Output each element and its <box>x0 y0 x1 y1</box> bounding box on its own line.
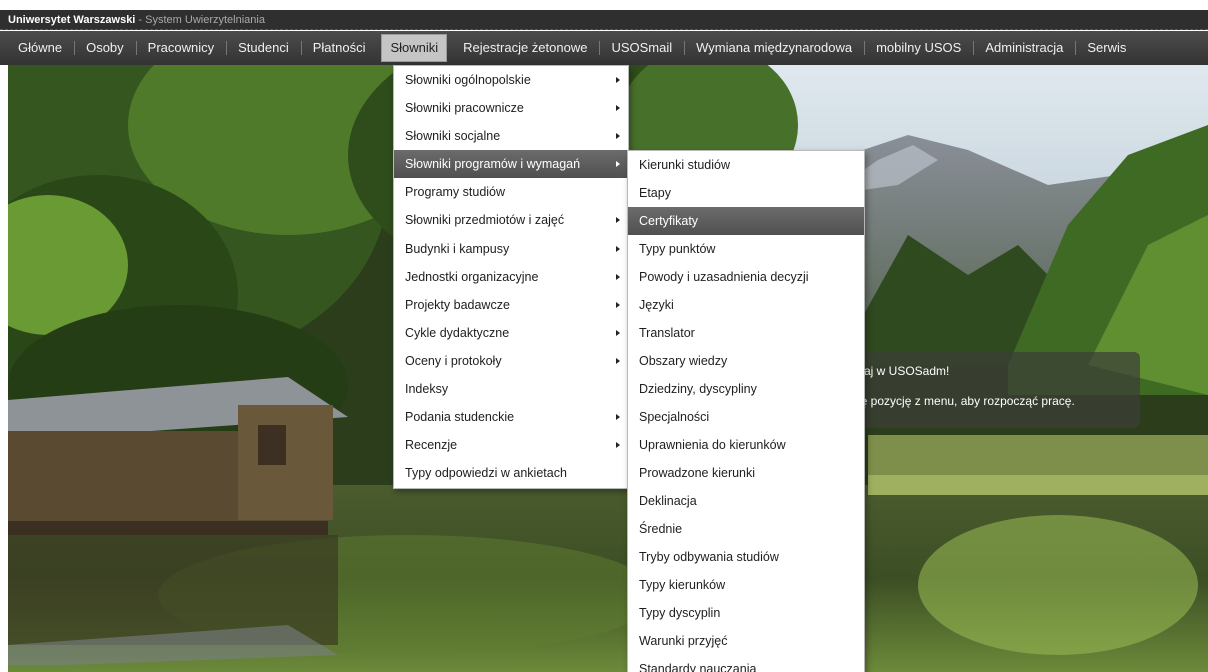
nav-studenci[interactable]: Studenci <box>226 31 301 65</box>
submenu-item-typy-punktow[interactable]: Typy punktów <box>628 235 864 263</box>
menu-item-slowniki-ogolnopolskie[interactable]: Słowniki ogólnopolskie <box>394 66 628 94</box>
welcome-title: itaj w USOSadm! <box>858 364 950 378</box>
menu-item-cykle-dydaktyczne[interactable]: Cykle dydaktyczne <box>394 319 628 347</box>
caret-right-icon <box>616 77 620 83</box>
submenu-item-typy-kierunkow[interactable]: Typy kierunków <box>628 571 864 599</box>
submenu-item-warunki-przyjec[interactable]: Warunki przyjęć <box>628 627 864 655</box>
menu-item-programy-studiow[interactable]: Programy studiów <box>394 178 628 206</box>
main-nav: Główne Osoby Pracownicy Studenci Płatności Sł… <box>0 31 1208 65</box>
menu-item-label: Podania studenckie <box>405 410 515 425</box>
system-name: System Uwierzytelniania <box>145 14 265 26</box>
nav-usosmail[interactable]: USOSmail <box>599 31 684 65</box>
caret-right-icon <box>616 301 620 308</box>
caret-right-icon <box>616 161 620 168</box>
nav-mobilny-usos[interactable]: mobilny USOS <box>864 31 973 65</box>
menu-item-oceny-i-protokoly[interactable]: Oceny i protokoły <box>394 347 628 375</box>
nav-rejestracje-zetonowe[interactable]: Rejestracje żetonowe <box>451 31 599 65</box>
menu-item-label: Projekty badawcze <box>405 297 510 312</box>
menu-item-slowniki-pracownicze[interactable]: Słowniki pracownicze <box>394 94 628 122</box>
nav-serwis[interactable]: Serwis <box>1075 31 1138 65</box>
menu-item-slowniki-socjalne[interactable]: Słowniki socjalne <box>394 122 628 150</box>
nav-slowniki[interactable]: Słowniki <box>381 34 448 62</box>
menu-item-label: Recenzje <box>405 438 458 453</box>
submenu-item-kierunki-studiow[interactable]: Kierunki studiów <box>628 151 864 179</box>
submenu-item-powody-i-uzasadnienia-decyzji[interactable]: Powody i uzasadnienia decyzji <box>628 263 864 291</box>
page: Uniwersytet Warszawski - System Uwierzyt… <box>0 0 1208 672</box>
menu-item-podania-studenckie[interactable]: Podania studenckie <box>394 403 628 431</box>
menu-item-projekty-badawcze[interactable]: Projekty badawcze <box>394 291 628 319</box>
caret-right-icon <box>616 273 620 280</box>
menu-item-label: Słowniki pracownicze <box>405 101 524 116</box>
submenu-item-obszary-wiedzy[interactable]: Obszary wiedzy <box>628 347 864 375</box>
slowniki-dropdown-menu: Słowniki ogólnopolskie Słowniki pracownic… <box>393 65 629 489</box>
menu-item-label: Jednostki organizacyjne <box>405 269 539 284</box>
caret-right-icon <box>616 245 620 252</box>
caret-right-icon <box>616 105 620 112</box>
caret-right-icon <box>616 414 620 421</box>
nav-administracja[interactable]: Administracja <box>973 31 1075 65</box>
welcome-text: ię pozycję z menu, aby rozpocząć pracę. <box>858 394 1075 408</box>
menu-item-recenzje[interactable]: Recenzje <box>394 431 628 459</box>
nav-pracownicy[interactable]: Pracownicy <box>135 31 226 65</box>
submenu-item-dziedziny-dyscypliny[interactable]: Dziedziny, dyscypliny <box>628 375 864 403</box>
menu-item-slowniki-przedmiotow-i-zajec[interactable]: Słowniki przedmiotów i zajęć <box>394 206 628 234</box>
menu-item-indeksy[interactable]: Indeksy <box>394 375 628 403</box>
submenu-item-srednie[interactable]: Średnie <box>628 515 864 543</box>
menu-item-label: Słowniki socjalne <box>405 129 501 144</box>
menu-item-slowniki-programow-i-wymagan[interactable]: Słowniki programów i wymagań <box>394 150 628 179</box>
menu-item-label: Słowniki przedmiotów i zajęć <box>405 213 565 228</box>
nav-osoby[interactable]: Osoby <box>74 31 136 65</box>
nav-glowne[interactable]: Główne <box>6 31 74 65</box>
caret-right-icon <box>616 357 620 364</box>
menu-item-label: Słowniki ogólnopolskie <box>405 73 531 87</box>
menu-item-typy-odpowiedzi-w-ankietach[interactable]: Typy odpowiedzi w ankietach <box>394 459 628 487</box>
nav-platnosci[interactable]: Płatności <box>300 31 378 65</box>
menu-item-label: Programy studiów <box>405 185 506 200</box>
submenu-item-deklinacja[interactable]: Deklinacja <box>628 487 864 515</box>
submenu-item-standardy-nauczania[interactable]: Standardy nauczania <box>628 655 864 672</box>
university-name: Uniwersytet Warszawski <box>8 14 136 26</box>
caret-right-icon <box>616 442 620 449</box>
slowniki-programow-submenu: Kierunki studiów Etapy Certyfikaty Typy pun… <box>627 150 865 672</box>
submenu-item-specjalnosci[interactable]: Specjalności <box>628 403 864 431</box>
submenu-item-translator[interactable]: Translator <box>628 319 864 347</box>
submenu-item-uprawnienia-do-kierunkow[interactable]: Uprawnienia do kierunków <box>628 431 864 459</box>
menu-item-label: Cykle dydaktyczne <box>405 325 510 340</box>
caret-right-icon <box>616 329 620 336</box>
menu-item-label: Oceny i protokoły <box>405 353 502 368</box>
submenu-item-jezyki[interactable]: Języki <box>628 291 864 319</box>
menu-item-label: Słowniki programów i wymagań <box>405 157 581 172</box>
caret-right-icon <box>616 217 620 224</box>
title-separator: - <box>135 14 146 26</box>
title-bar: Uniwersytet Warszawski - System Uwierzyt… <box>0 10 1208 30</box>
submenu-item-tryby-odbywania-studiow[interactable]: Tryby odbywania studiów <box>628 543 864 571</box>
nav-wymiana-miedzynarodowa[interactable]: Wymiana międzynarodowa <box>684 31 864 65</box>
menu-item-jednostki-organizacyjne[interactable]: Jednostki organizacyjne <box>394 263 628 291</box>
submenu-item-certyfikaty[interactable]: Certyfikaty <box>628 207 864 235</box>
menu-item-budynki-i-kampusy[interactable]: Budynki i kampusy <box>394 235 628 263</box>
submenu-item-typy-dyscyplin[interactable]: Typy dyscyplin <box>628 599 864 627</box>
welcome-box: itaj w USOSadm! ię pozycję z menu, aby r… <box>840 352 1140 428</box>
caret-right-icon <box>616 133 620 140</box>
menu-item-label: Typy odpowiedzi w ankietach <box>405 466 567 481</box>
menu-item-label: Budynki i kampusy <box>405 241 510 256</box>
submenu-item-prowadzone-kierunki[interactable]: Prowadzone kierunki <box>628 459 864 487</box>
menu-item-label: Indeksy <box>405 382 449 397</box>
submenu-item-etapy[interactable]: Etapy <box>628 179 864 207</box>
